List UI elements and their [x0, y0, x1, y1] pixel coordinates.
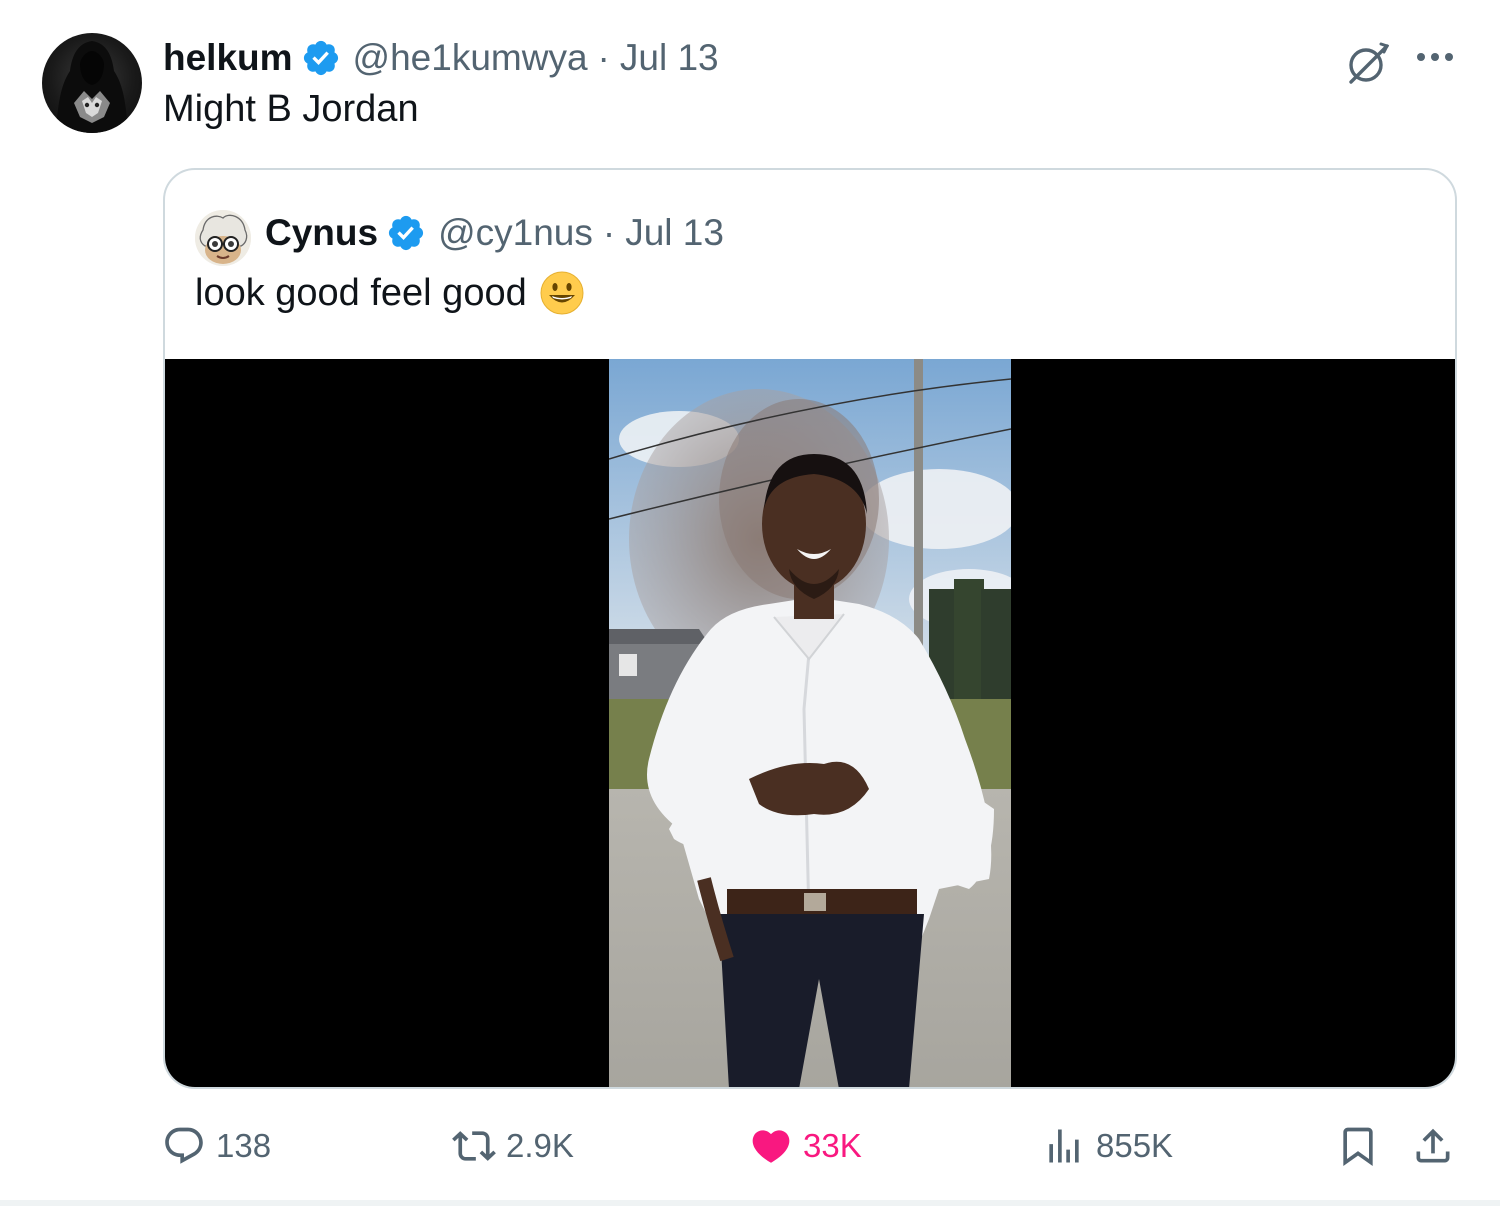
reply-count: 138 — [216, 1127, 272, 1164]
quoted-tweet-date[interactable]: Jul 13 — [625, 212, 724, 254]
grinning-face-emoji-icon — [540, 271, 584, 315]
video-player[interactable] — [165, 359, 1455, 1087]
video-frame[interactable] — [609, 359, 1011, 1087]
tweet-actions: 138 2.9K 33K 855K — [0, 1116, 1500, 1176]
grok-icon[interactable] — [1343, 38, 1393, 88]
tweet-header: helkum @he1kumwya · Jul 13 — [163, 34, 719, 82]
separator-dot: · — [602, 212, 616, 253]
views-chart-icon — [1049, 1129, 1079, 1163]
author-handle[interactable]: @he1kumwya — [353, 37, 588, 79]
reply-button[interactable]: 138 — [162, 1116, 271, 1176]
like-count: 33K — [803, 1127, 862, 1164]
quoted-tweet-text-row: look good feel good — [195, 270, 585, 316]
repost-icon — [452, 1131, 496, 1161]
share-icon — [1416, 1128, 1450, 1163]
like-button[interactable]: 33K — [749, 1116, 862, 1176]
verified-badge-icon — [303, 40, 338, 76]
repost-button[interactable]: 2.9K — [452, 1116, 574, 1176]
views-count: 855K — [1096, 1127, 1174, 1164]
quoted-author-display-name[interactable]: Cynus — [265, 212, 378, 254]
more-icon[interactable] — [1414, 42, 1456, 72]
views-button[interactable]: 855K — [1042, 1116, 1173, 1176]
quoted-tweet-text: look good feel good — [195, 271, 527, 314]
tweet-date[interactable]: Jul 13 — [620, 37, 719, 79]
tweet-divider — [0, 1200, 1500, 1206]
tweet-text: Might B Jordan — [163, 88, 419, 130]
author-avatar[interactable] — [42, 33, 142, 133]
reply-icon — [165, 1127, 203, 1164]
bookmark-button[interactable] — [1336, 1116, 1380, 1176]
verified-badge-icon — [388, 215, 424, 251]
quoted-author-avatar[interactable] — [195, 210, 251, 266]
separator-dot: · — [597, 37, 610, 78]
bookmark-icon — [1343, 1127, 1373, 1167]
heart-icon — [752, 1130, 790, 1163]
quoted-tweet-header: Cynus @cy1nus · Jul 13 — [265, 210, 724, 256]
share-button[interactable] — [1411, 1116, 1455, 1176]
quoted-tweet[interactable]: Cynus @cy1nus · Jul 13 look good feel go… — [163, 168, 1457, 1089]
repost-count: 2.9K — [506, 1127, 574, 1164]
tweet[interactable]: helkum @he1kumwya · Jul 13 Might B Jorda… — [0, 0, 1500, 1206]
author-display-name[interactable]: helkum — [163, 37, 293, 79]
quoted-author-handle[interactable]: @cy1nus — [438, 212, 593, 254]
